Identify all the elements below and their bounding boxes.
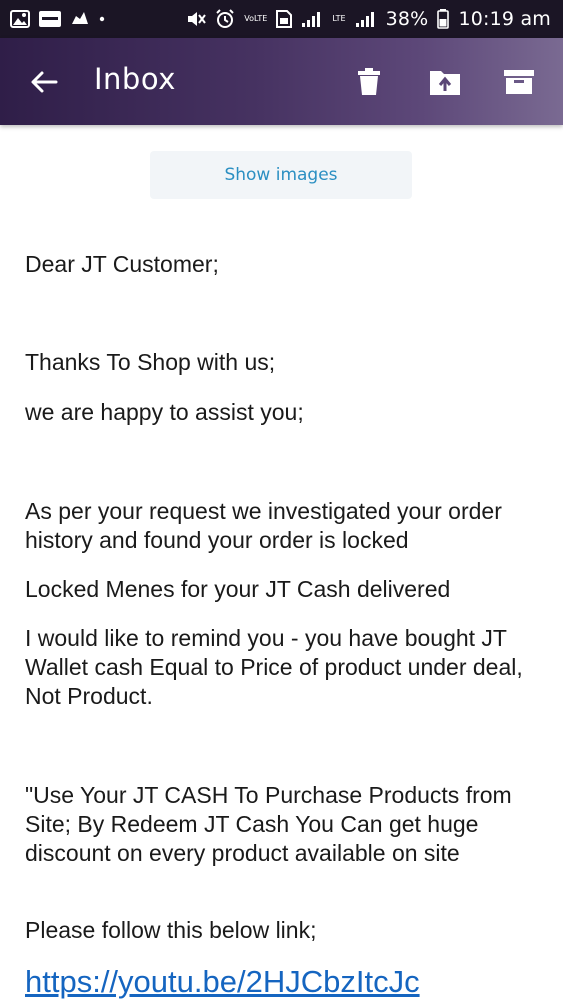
lte-icon: LTE bbox=[332, 15, 345, 23]
locked-paragraph: Locked Menes for your JT Cash delivered bbox=[25, 576, 451, 602]
mute-icon bbox=[186, 9, 207, 29]
back-button[interactable] bbox=[28, 66, 60, 98]
sim-icon bbox=[276, 10, 293, 28]
trash-icon bbox=[358, 68, 380, 95]
status-left-icons bbox=[10, 10, 105, 28]
signal-strength-icon bbox=[301, 10, 323, 28]
more-notifications-icon bbox=[99, 16, 105, 22]
show-images-button[interactable]: Show images bbox=[150, 151, 412, 199]
volte-icon: VoLTE bbox=[244, 15, 267, 23]
gallery-notification-icon bbox=[10, 10, 30, 28]
remind-paragraph: I would like to remind you - you have bo… bbox=[25, 625, 523, 709]
delete-button[interactable] bbox=[351, 64, 387, 100]
youtube-link[interactable]: https://youtu.be/2HJCbzItcJc bbox=[25, 964, 420, 1000]
app-notification-icon bbox=[39, 11, 61, 27]
archive-icon bbox=[504, 70, 534, 94]
happy-text: we are happy to assist you; bbox=[25, 399, 304, 425]
signal-strength-2-icon bbox=[355, 10, 377, 28]
lte-label: LTE bbox=[332, 14, 346, 23]
back-arrow-icon bbox=[31, 71, 58, 93]
status-bar: VoLTE LTE 38% 10:19 am bbox=[0, 0, 563, 38]
thanks-text: Thanks To Shop with us; bbox=[25, 349, 276, 375]
battery-icon bbox=[437, 9, 450, 29]
battery-percent: 38% bbox=[385, 8, 429, 30]
archive-button[interactable] bbox=[501, 64, 537, 100]
clock: 10:19 am bbox=[458, 8, 551, 30]
volte-label: VoLTE bbox=[244, 14, 268, 23]
move-to-folder-button[interactable] bbox=[427, 64, 463, 100]
app-bar: Inbox bbox=[0, 38, 563, 125]
investigated-paragraph: As per your request we investigated your… bbox=[25, 498, 502, 553]
use-cash-paragraph: "Use Your JT CASH To Purchase Products f… bbox=[25, 782, 512, 866]
delivery-notification-icon bbox=[70, 10, 90, 28]
follow-link-text: Please follow this below link; bbox=[25, 917, 317, 943]
move-to-folder-icon bbox=[430, 71, 460, 95]
page-title: Inbox bbox=[94, 62, 176, 96]
status-right-icons: VoLTE LTE 38% 10:19 am bbox=[186, 8, 551, 30]
greeting-text: Dear JT Customer; bbox=[25, 251, 219, 277]
alarm-icon bbox=[215, 9, 235, 29]
